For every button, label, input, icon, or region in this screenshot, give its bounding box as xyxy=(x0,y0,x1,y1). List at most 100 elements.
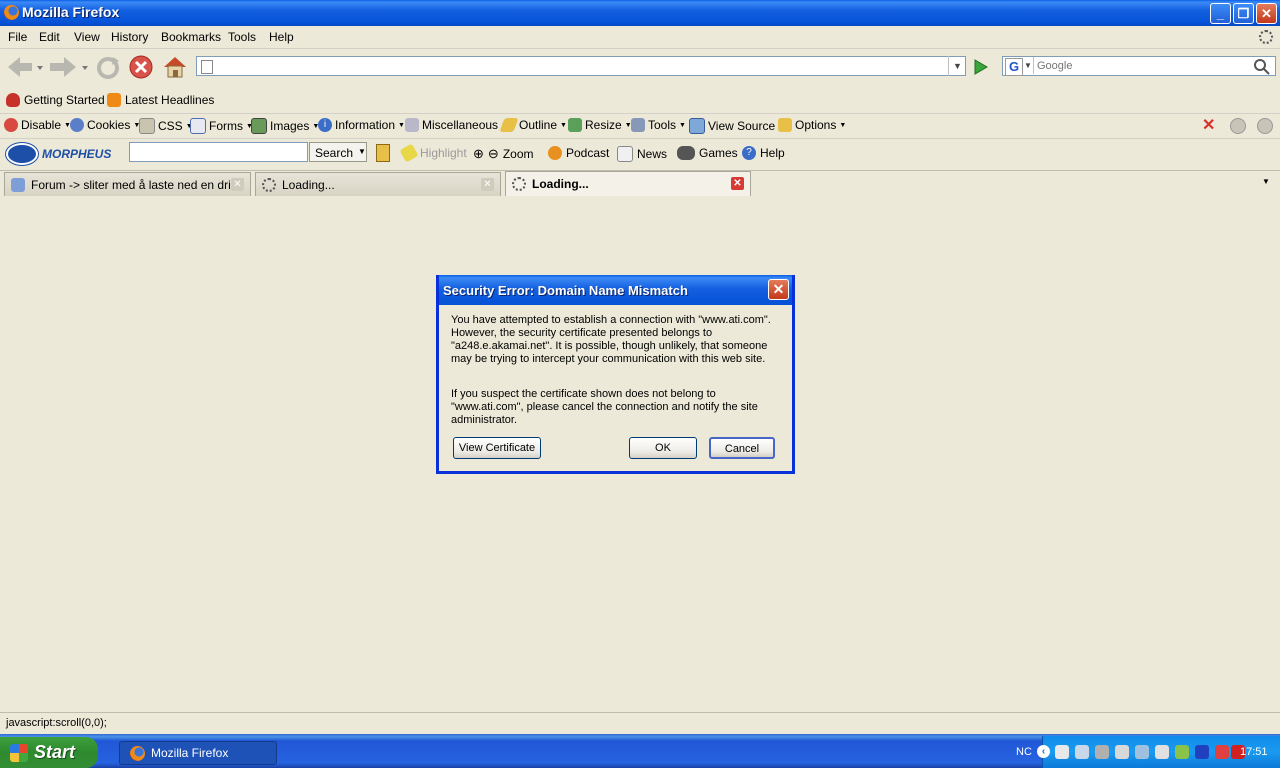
wd-css[interactable]: CSS▼ xyxy=(139,118,193,134)
morpheus-zoom[interactable]: ⊕ ⊖ Zoom xyxy=(473,146,534,162)
css-icon xyxy=(139,118,155,134)
menu-bookmarks[interactable]: Bookmarks xyxy=(161,30,221,44)
tab-loading-1[interactable]: Loading... ✕ xyxy=(255,172,501,196)
show-hidden-icons-button[interactable]: ‹ xyxy=(1037,745,1050,758)
minimize-button[interactable]: _ xyxy=(1210,3,1231,24)
wd-outline[interactable]: Outline ▼ xyxy=(499,118,567,132)
wd-view-source[interactable]: View Source▼ xyxy=(689,118,785,134)
morpheus-podcast[interactable]: Podcast xyxy=(548,146,609,160)
morpheus-search-button[interactable]: Search ▼ xyxy=(309,142,367,162)
start-button[interactable]: Start xyxy=(0,737,98,768)
tab-list-icon[interactable]: ▼ xyxy=(1262,177,1270,186)
bluetooth-icon[interactable] xyxy=(1195,745,1209,759)
cancel-button[interactable]: Cancel xyxy=(709,437,775,459)
language-indicator[interactable]: NC xyxy=(1016,746,1032,758)
menu-view[interactable]: View xyxy=(74,30,100,44)
tab-label: Loading... xyxy=(282,177,335,192)
google-engine-icon[interactable]: G xyxy=(1005,58,1023,76)
dialog-close-button[interactable]: ✕ xyxy=(768,279,789,300)
tab-close-icon[interactable]: ✕ xyxy=(231,178,244,191)
maximize-button[interactable]: ❐ xyxy=(1233,3,1254,24)
wd-label: Miscellaneous xyxy=(422,118,499,132)
security-error-dialog: Security Error: Domain Name Mismatch ✕ Y… xyxy=(436,275,795,474)
close-button[interactable]: ✕ xyxy=(1256,3,1277,24)
search-input[interactable] xyxy=(1033,57,1253,74)
images-icon xyxy=(251,118,267,134)
search-dropdown-icon[interactable]: ▼ xyxy=(358,147,366,156)
firefox-icon xyxy=(130,745,145,761)
menu-help[interactable]: Help xyxy=(269,30,294,44)
start-label: Start xyxy=(34,742,76,762)
wd-information[interactable]: i Information ▼ xyxy=(318,118,405,132)
wd-close-icon[interactable]: ✕ xyxy=(1202,115,1215,135)
go-icon[interactable] xyxy=(971,58,991,76)
url-bar[interactable]: ▼ xyxy=(196,56,966,76)
morpheus-search-input[interactable] xyxy=(129,142,308,162)
bookmark-getting-started[interactable]: Getting Started xyxy=(6,93,105,107)
wd-options[interactable]: Options ▼ xyxy=(778,118,846,132)
wd-label: Tools xyxy=(648,118,677,132)
wd-label: Cookies xyxy=(87,118,131,132)
highlighter-icon[interactable] xyxy=(376,144,390,162)
wd-forms[interactable]: Forms ▼ xyxy=(190,118,253,134)
tray-icon[interactable] xyxy=(1215,745,1229,759)
info-icon: i xyxy=(318,118,332,132)
tab-close-icon[interactable]: ✕ xyxy=(731,177,744,190)
wd-cookies[interactable]: Cookies ▼ xyxy=(70,118,140,132)
tray-icon[interactable] xyxy=(1115,745,1129,759)
morpheus-games[interactable]: Games xyxy=(677,146,738,160)
wd-disable[interactable]: Disable ▼ xyxy=(4,118,71,132)
firefox-bookmark-icon xyxy=(6,93,20,107)
dialog-message-1: You have attempted to establish a connec… xyxy=(451,314,771,365)
tray-icon[interactable] xyxy=(1055,745,1069,759)
wd-miscellaneous[interactable]: Miscellaneous▼ xyxy=(405,118,508,132)
tray-icon[interactable] xyxy=(1095,745,1109,759)
wd-status-icon[interactable] xyxy=(1257,118,1273,134)
tab-close-icon[interactable]: ✕ xyxy=(481,178,494,191)
wd-images[interactable]: Images ▼ xyxy=(251,118,319,134)
disable-icon xyxy=(4,118,18,132)
bookmark-latest-headlines[interactable]: Latest Headlines xyxy=(107,93,214,107)
games-label: Games xyxy=(699,146,738,160)
menu-history[interactable]: History xyxy=(111,30,148,44)
menu-file[interactable]: File xyxy=(8,30,27,44)
throbber-icon xyxy=(1259,30,1273,44)
morpheus-news[interactable]: News xyxy=(617,146,667,162)
menu-bar: File Edit View History Bookmarks Tools H… xyxy=(0,26,1280,49)
wd-status-icon[interactable] xyxy=(1230,118,1246,134)
view-certificate-button[interactable]: View Certificate xyxy=(453,437,541,459)
menu-edit[interactable]: Edit xyxy=(39,30,60,44)
reload-icon[interactable] xyxy=(95,55,121,81)
wd-tools[interactable]: Tools ▼ xyxy=(631,118,686,132)
title-bar[interactable]: Mozilla Firefox _ ❐ ✕ xyxy=(0,0,1280,26)
tray-icon[interactable] xyxy=(1175,745,1189,759)
menu-tools[interactable]: Tools xyxy=(228,30,256,44)
tab-forum[interactable]: Forum -> sliter med å laste ned en dri..… xyxy=(4,172,251,196)
search-box[interactable]: G ▼ xyxy=(1002,56,1276,76)
tab-loading-2[interactable]: Loading... ✕ xyxy=(505,171,751,196)
view-source-icon xyxy=(689,118,705,134)
url-dropdown-icon[interactable]: ▼ xyxy=(948,56,966,76)
search-icon[interactable] xyxy=(1253,58,1271,75)
taskbar-item-firefox[interactable]: Mozilla Firefox xyxy=(119,741,277,765)
tray-icon[interactable] xyxy=(1135,745,1149,759)
home-icon[interactable] xyxy=(162,54,188,80)
resize-icon xyxy=(568,118,582,132)
forms-icon xyxy=(190,118,206,134)
dialog-title-bar[interactable]: Security Error: Domain Name Mismatch ✕ xyxy=(439,275,792,305)
dialog-message-2: If you suspect the certificate shown doe… xyxy=(451,388,758,426)
wd-resize[interactable]: Resize ▼ xyxy=(568,118,632,132)
tray-icon[interactable] xyxy=(1155,745,1169,759)
wd-label: Resize xyxy=(585,118,622,132)
forward-icon[interactable] xyxy=(48,55,92,81)
tray-icon[interactable] xyxy=(1075,745,1089,759)
morpheus-help[interactable]: ? Help xyxy=(742,146,785,160)
ok-button[interactable]: OK xyxy=(629,437,697,459)
outline-icon xyxy=(499,118,519,132)
engine-dropdown-icon[interactable]: ▼ xyxy=(1024,61,1032,70)
stop-icon[interactable] xyxy=(129,55,155,81)
morpheus-logo[interactable]: MORPHEUS ▼ xyxy=(6,143,135,165)
back-icon[interactable] xyxy=(4,55,44,81)
cookies-icon xyxy=(70,118,84,132)
morpheus-highlight[interactable]: Highlight xyxy=(399,143,467,163)
